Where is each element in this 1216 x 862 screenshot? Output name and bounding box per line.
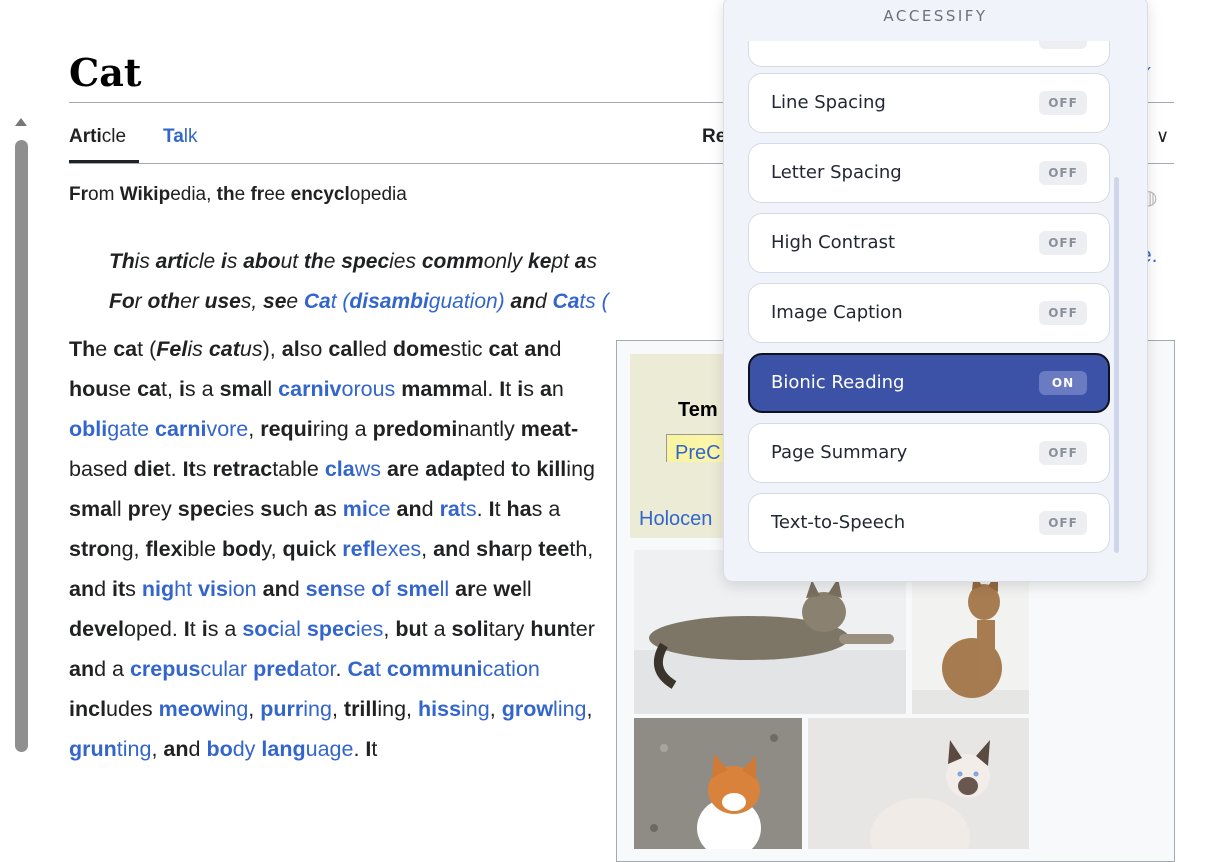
panel-title: ACCESSIFY	[883, 7, 988, 25]
page-scrollbar-thumb[interactable]	[15, 140, 28, 752]
link-mice[interactable]: mice	[343, 497, 391, 521]
option-status-badge: OFF	[1039, 231, 1087, 255]
option-label: Image Caption	[771, 302, 903, 323]
option-label: Bionic Reading	[771, 372, 905, 393]
link-rats[interactable]: rats	[440, 497, 477, 521]
option-text-to-speech[interactable]: Text-to-Speech OFF	[748, 493, 1110, 553]
site-subtitle: From Wikipedia, the free encyclopedia	[69, 184, 407, 205]
option-line-spacing[interactable]: Line Spacing OFF	[748, 73, 1110, 133]
option-status-badge: ON	[1039, 371, 1087, 395]
link-night-vision[interactable]: night vision	[142, 577, 257, 601]
accessify-options-list: Line Spacing OFF Letter Spacing OFF High…	[748, 41, 1118, 553]
link-meowing[interactable]: meowing	[159, 697, 249, 721]
link-social-species[interactable]: social species	[242, 617, 383, 641]
option-status-badge: OFF	[1039, 161, 1087, 185]
option-label: Letter Spacing	[771, 162, 902, 183]
article-body: The cat (Felis catus), also called domes…	[69, 337, 595, 761]
option-status-badge: OFF	[1039, 441, 1087, 465]
option-label: Text-to-Speech	[771, 512, 906, 533]
link-grunting[interactable]: grunting	[69, 737, 151, 761]
option-image-caption[interactable]: Image Caption OFF	[748, 283, 1110, 343]
chevron-down-icon[interactable]: ∨	[1156, 126, 1169, 147]
siamese-cat-photo[interactable]	[808, 718, 1029, 849]
link-hissing[interactable]: hissing	[418, 697, 490, 721]
link-claws[interactable]: claws	[325, 457, 381, 481]
option-status-badge: OFF	[1039, 301, 1087, 325]
option-high-contrast[interactable]: High Contrast OFF	[748, 213, 1110, 273]
option-status-badge	[1039, 41, 1087, 49]
orange-white-cat-photo[interactable]	[634, 718, 802, 849]
link-cat-communication[interactable]: Cat communication	[347, 657, 539, 681]
timeline-label: Tem	[678, 399, 718, 421]
accessify-panel: ACCESSIFY Line Spacing OFF Letter Spacin…	[723, 0, 1148, 582]
timeline-holocene-link[interactable]: Holocen	[639, 508, 712, 531]
tab-article[interactable]: Article	[69, 126, 126, 148]
option-bionic-reading[interactable]: Bionic Reading ON	[748, 353, 1110, 413]
scroll-up-icon[interactable]	[15, 118, 27, 126]
option-label: High Contrast	[771, 232, 896, 253]
panel-scrollbar[interactable]	[1114, 177, 1119, 553]
link-obligate-carnivore[interactable]: obligate carnivore	[69, 417, 248, 441]
link-sense-of-smell[interactable]: sense of smell	[306, 577, 449, 601]
link-reflexes[interactable]: reflexes	[342, 537, 421, 561]
option-status-badge: OFF	[1039, 91, 1087, 115]
option-label: Page Summary	[771, 442, 908, 463]
link-body-language[interactable]: body language	[206, 737, 353, 761]
tab-talk[interactable]: Talk	[163, 126, 198, 148]
option-label: Line Spacing	[771, 92, 886, 113]
link-crepuscular[interactable]: crepuscular predator	[130, 657, 336, 681]
option-hidden-top[interactable]	[748, 41, 1110, 67]
hatnote: This article is about the species common…	[109, 250, 609, 313]
page-title: Cat	[69, 50, 142, 95]
link-carnivorous[interactable]: carnivorous	[278, 377, 395, 401]
link-purring[interactable]: purring	[260, 697, 332, 721]
option-page-summary[interactable]: Page Summary OFF	[748, 423, 1110, 483]
option-status-badge: OFF	[1039, 511, 1087, 535]
option-letter-spacing[interactable]: Letter Spacing OFF	[748, 143, 1110, 203]
link-growling[interactable]: growling	[502, 697, 587, 721]
